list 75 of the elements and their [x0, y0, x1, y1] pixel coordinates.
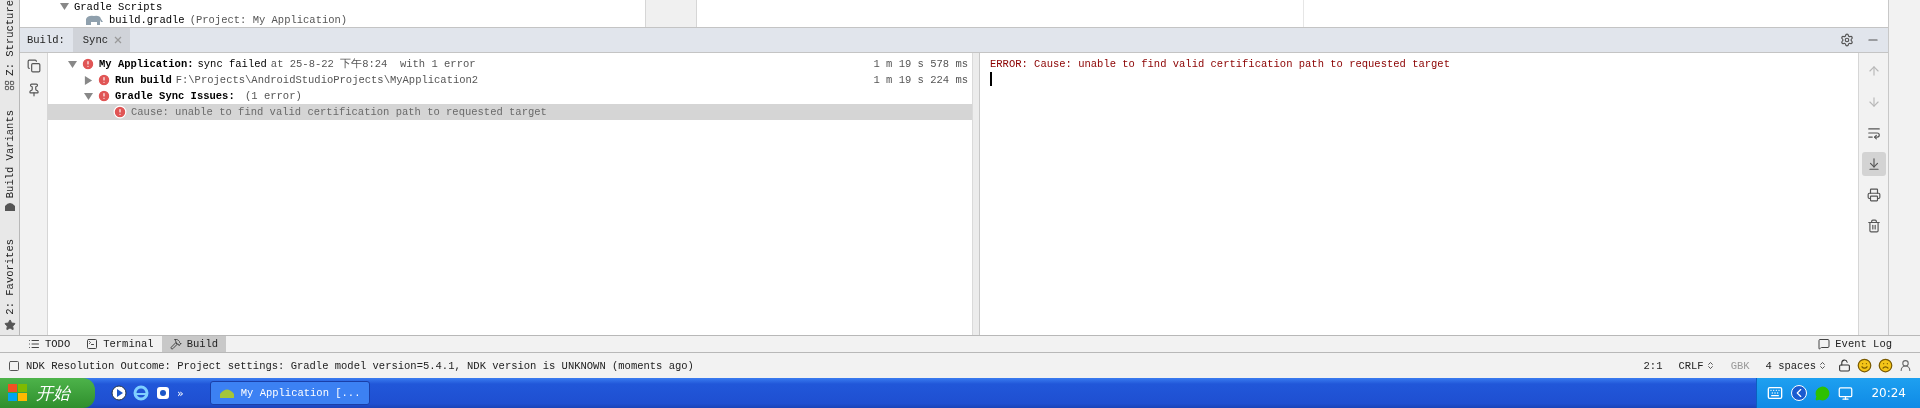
expanded-arrow-icon[interactable] [84, 91, 93, 101]
elephant-icon [84, 14, 104, 27]
pin-icon[interactable] [26, 83, 41, 97]
terminal-icon [86, 338, 99, 350]
app-shortcut-icon[interactable] [155, 385, 171, 401]
status-item[interactable]: 4 spaces [1760, 359, 1832, 372]
tree-row[interactable]: My Application: sync failed at 25-8-22 下午8:24 with 1 error 1 m 19 s 578 ms [48, 56, 972, 72]
tool-window-button[interactable]: TODO [20, 336, 79, 352]
sync-tab[interactable]: Sync [72, 28, 131, 52]
text-cursor [990, 72, 992, 86]
tree-row[interactable]: Run build F:\Projects\AndroidStudioProjects\MyApplication2 1 m 19 s 224 ms [48, 72, 972, 88]
node-detail: F:\Projects\AndroidStudioProjects\MyApplication2 [175, 74, 479, 86]
printer-icon [1866, 188, 1881, 202]
smile-icon[interactable] [1857, 358, 1872, 373]
node-detail: at 25-8-22 下午8:24 with 1 error [270, 57, 476, 71]
side-tab[interactable]: Build Variants [3, 109, 16, 198]
node-label: My Application: [99, 58, 194, 70]
folder-label: Gradle Scripts [74, 0, 163, 13]
node-label: Cause: unable to find valid certification path to requested target [131, 106, 547, 118]
status-box-icon[interactable] [8, 359, 20, 372]
scroll-button[interactable] [1861, 152, 1886, 176]
list-icon [28, 338, 40, 350]
collapsed-arrow-icon[interactable] [84, 75, 93, 85]
unlock-icon[interactable] [1838, 359, 1851, 372]
tree-row[interactable]: Gradle Sync Issues: (1 error) [48, 88, 972, 104]
expanded-arrow-icon[interactable] [60, 2, 69, 12]
status-message: NDK Resolution Outcome: Project settings: Gradle model version=5.4.1, NDK version is UNKNOWN (moments ago) [26, 359, 694, 372]
status-item[interactable]: 2:1 [1638, 359, 1668, 372]
clock-text: 20:24 [1871, 386, 1906, 400]
scroll-to-end-icon [1866, 157, 1881, 171]
tree-row[interactable]: Cause: unable to find valid certification path to requested target [48, 104, 972, 120]
tab-label: Sync [82, 34, 109, 46]
wrap-text-icon [1866, 126, 1881, 140]
node-label: Gradle Sync Issues: [115, 90, 235, 102]
panel-title: Build: [26, 33, 66, 48]
media-player-icon[interactable] [111, 385, 127, 401]
person-icon[interactable] [1899, 359, 1912, 372]
tool-window-button[interactable]: Build [161, 336, 227, 352]
speech-bubble-icon [1818, 338, 1831, 350]
node-detail: (1 error) [244, 90, 302, 102]
restore-layout-icon[interactable] [26, 59, 41, 73]
keyboard-icon[interactable] [1767, 385, 1784, 401]
tool-window-button[interactable]: Terminal [78, 336, 162, 352]
frown-icon[interactable] [1878, 358, 1893, 373]
side-tab[interactable]: 2: Favorites [3, 239, 16, 315]
error-icon [113, 105, 127, 119]
tool-window-button[interactable]: Event Log [1810, 336, 1900, 352]
status-item[interactable]: CRLF [1673, 359, 1720, 372]
windows-flag-icon [8, 384, 28, 402]
down-arrow-icon [1866, 95, 1881, 109]
error-icon [97, 89, 111, 103]
hammer-icon [169, 338, 182, 350]
structure-icon [4, 80, 15, 91]
trash-icon [1866, 219, 1881, 233]
duration-text: 1 m 19 s 224 ms [873, 74, 969, 86]
expand-tray-icon[interactable] [1791, 385, 1808, 401]
error-icon [81, 57, 95, 71]
expanded-arrow-icon[interactable] [68, 59, 77, 69]
side-tab[interactable]: Z: Structure [3, 0, 16, 76]
overflow-chevron[interactable]: » [177, 387, 184, 400]
node-label: Run build [115, 74, 172, 86]
browser-icon[interactable] [133, 385, 149, 401]
star-icon [3, 319, 16, 331]
taskbar-button[interactable]: My Application [... [209, 381, 370, 405]
duration-text: 1 m 19 s 578 ms [873, 58, 969, 70]
error-icon [97, 73, 111, 87]
file-label: build.gradle [109, 14, 185, 27]
editor-gutter [645, 0, 697, 27]
tree-row[interactable]: Gradle Scripts [60, 0, 645, 14]
settings-icon[interactable] [1840, 33, 1854, 47]
error-line: ERROR: Cause: unable to find valid certification path to requested target [990, 58, 1451, 70]
node-status: sync failed [197, 58, 267, 70]
tree-row[interactable]: build.gradle (Project: My Application) [60, 13, 645, 27]
up-arrow-icon [1866, 64, 1881, 78]
file-note: (Project: My Application) [189, 14, 348, 27]
